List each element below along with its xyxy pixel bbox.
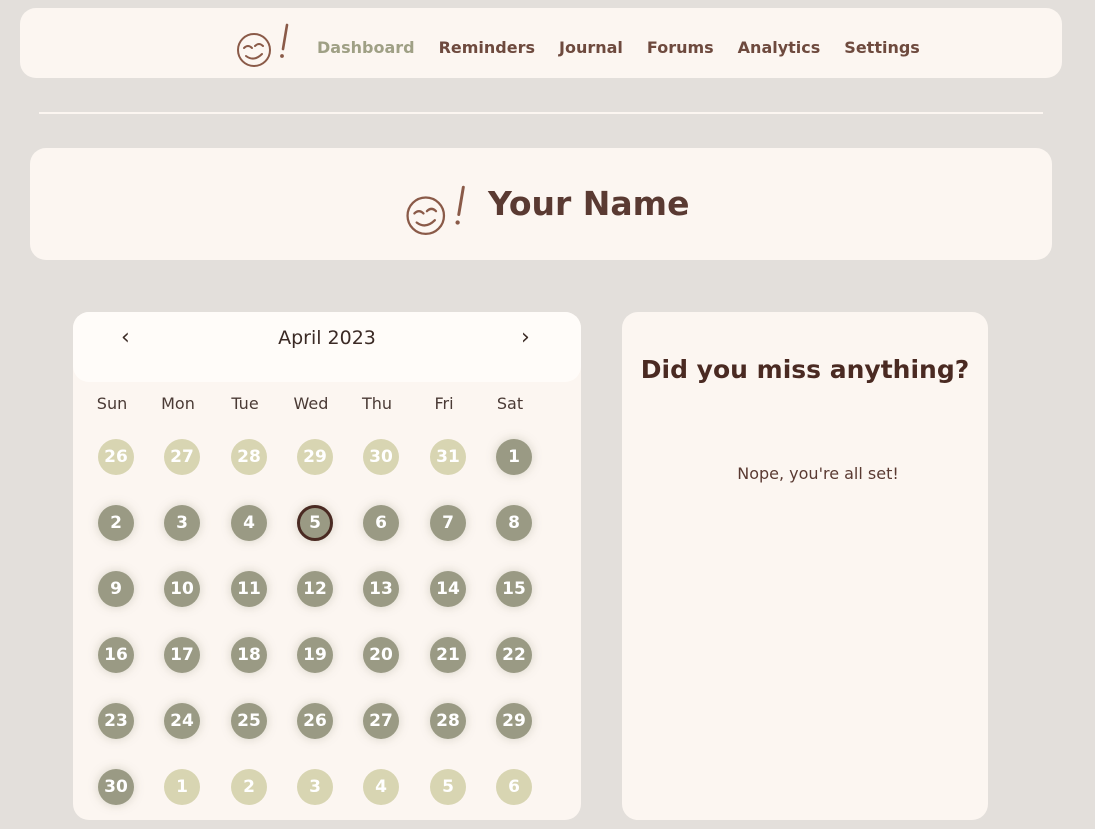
calendar-day-outside-month[interactable]: 6 [496,769,532,805]
nav-link-reminders[interactable]: Reminders [439,38,535,57]
calendar-day-outside-month[interactable]: 1 [164,769,200,805]
calendar-day[interactable]: 13 [363,571,399,607]
nav-link-forums[interactable]: Forums [647,38,714,57]
calendar-day[interactable]: 11 [231,571,267,607]
smiley-logo-icon [406,185,465,236]
calendar-day-outside-month[interactable]: 2 [231,769,267,805]
calendar-day[interactable]: 1 [496,439,532,475]
calendar-day-outside-month[interactable]: 4 [363,769,399,805]
missed-reminders-panel: Did you miss anything? Nope, you're all … [622,312,988,820]
profile-name: Your Name [488,184,690,223]
calendar-day[interactable]: 16 [98,637,134,673]
calendar-day-outside-month[interactable]: 3 [297,769,333,805]
nav-link-analytics[interactable]: Analytics [738,38,821,57]
calendar-day[interactable]: 29 [496,703,532,739]
calendar-day[interactable]: 9 [98,571,134,607]
calendar-day[interactable]: 30 [98,769,134,805]
calendar-day[interactable]: 3 [164,505,200,541]
calendar-header: ‹ April 2023 › [73,312,581,382]
calendar-day[interactable]: 23 [98,703,134,739]
calendar-day[interactable]: 28 [430,703,466,739]
profile-card: Your Name [30,148,1052,260]
calendar-day[interactable]: 27 [363,703,399,739]
calendar-day[interactable]: 21 [430,637,466,673]
calendar-day[interactable]: 4 [231,505,267,541]
calendar-day-outside-month[interactable]: 28 [231,439,267,475]
chevron-right-icon[interactable]: › [521,325,530,350]
calendar-month-title: April 2023 [278,327,376,349]
calendar-day[interactable]: 15 [496,571,532,607]
weekday-label: Fri [434,394,454,413]
panel-message: Nope, you're all set! [737,464,899,483]
panel-title: Did you miss anything? [640,355,970,384]
calendar-day-outside-month[interactable]: 26 [98,439,134,475]
calendar-day[interactable]: 24 [164,703,200,739]
calendar-widget: ‹ April 2023 › Sun Mon Tue Wed Thu Fri Sat 26 27… [73,312,581,820]
calendar-day[interactable]: 12 [297,571,333,607]
calendar-day-outside-month[interactable]: 31 [430,439,466,475]
smiley-logo-icon[interactable] [234,23,292,67]
header-divider [39,112,1043,114]
calendar-day[interactable]: 6 [363,505,399,541]
calendar-day[interactable]: 7 [430,505,466,541]
weekday-label: Thu [361,394,393,413]
nav-link-settings[interactable]: Settings [844,38,920,57]
weekday-label: Mon [161,394,195,413]
calendar-day-outside-month[interactable]: 5 [430,769,466,805]
calendar-day[interactable]: 8 [496,505,532,541]
calendar-day[interactable]: 18 [231,637,267,673]
weekday-label: Sat [496,394,524,413]
calendar-day[interactable]: 19 [297,637,333,673]
calendar-day[interactable]: 22 [496,637,532,673]
nav-link-journal[interactable]: Journal [559,38,623,57]
calendar-day[interactable]: 10 [164,571,200,607]
calendar-day[interactable]: 2 [98,505,134,541]
top-navbar: Dashboard Reminders Journal Forums Analytics… [20,8,1062,78]
calendar-day[interactable]: 25 [231,703,267,739]
calendar-day-outside-month[interactable]: 27 [164,439,200,475]
nav-link-dashboard[interactable]: Dashboard [317,38,415,57]
calendar-day-today[interactable]: 5 [297,505,333,541]
weekday-label: Tue [231,394,259,413]
calendar-day[interactable]: 26 [297,703,333,739]
calendar-day-outside-month[interactable]: 30 [363,439,399,475]
calendar-day[interactable]: 20 [363,637,399,673]
weekday-label: Wed [293,394,329,413]
calendar-day[interactable]: 14 [430,571,466,607]
calendar-day[interactable]: 17 [164,637,200,673]
calendar-day-outside-month[interactable]: 29 [297,439,333,475]
weekday-label: Sun [96,394,128,413]
